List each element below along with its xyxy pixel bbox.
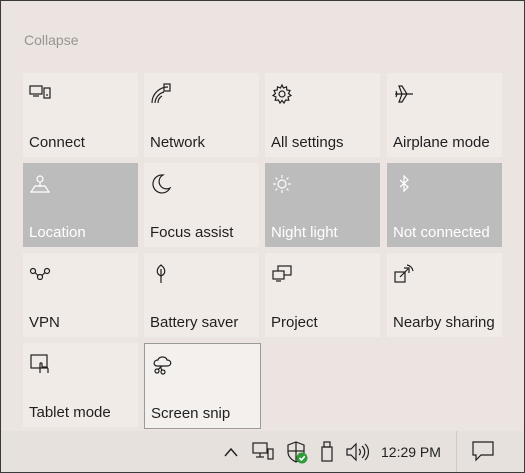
- screen-snip-icon: [151, 354, 173, 376]
- tile-label: Project: [271, 314, 318, 331]
- tile-focus-assist[interactable]: Focus assist: [144, 163, 259, 247]
- tile-label: VPN: [29, 314, 60, 331]
- vpn-icon: [29, 263, 51, 285]
- moon-icon: [150, 173, 172, 195]
- tile-label: Nearby sharing: [393, 314, 495, 331]
- tile-network[interactable]: Network: [144, 73, 259, 157]
- tile-connect[interactable]: Connect: [23, 73, 138, 157]
- tile-night-light[interactable]: Night light: [265, 163, 380, 247]
- tile-project[interactable]: Project: [265, 253, 380, 337]
- airplane-icon: [393, 83, 415, 105]
- battery-saver-icon: [150, 263, 172, 285]
- tile-airplane-mode[interactable]: Airplane mode: [387, 73, 502, 157]
- project-icon: [271, 263, 293, 285]
- defender-shield-icon[interactable]: [285, 441, 309, 464]
- tile-label: Airplane mode: [393, 134, 490, 151]
- tile-nearby-sharing[interactable]: Nearby sharing: [387, 253, 502, 337]
- tile-location[interactable]: Location: [23, 163, 138, 247]
- tile-label: Screen snip: [151, 405, 231, 422]
- location-icon: [29, 173, 51, 195]
- tile-label: Network: [150, 134, 206, 151]
- bluetooth-icon: [393, 173, 415, 195]
- tile-label: Battery saver: [150, 314, 239, 331]
- action-center-window: Collapse Connect Network All settings Ai…: [0, 0, 525, 473]
- tile-all-settings[interactable]: All settings: [265, 73, 380, 157]
- network-icon: [150, 83, 172, 105]
- tile-label: Location: [29, 224, 86, 241]
- gear-icon: [271, 83, 293, 105]
- tablet-mode-icon: [29, 353, 51, 375]
- usb-icon[interactable]: [319, 441, 335, 463]
- tile-screen-snip[interactable]: Screen snip: [144, 343, 261, 429]
- volume-icon[interactable]: [345, 441, 371, 463]
- sun-icon: [271, 173, 293, 195]
- tile-label: Connect: [29, 134, 85, 151]
- taskbar: 12:29 PM: [1, 431, 524, 472]
- tile-label: Tablet mode: [29, 404, 111, 421]
- tile-label: Not connected: [393, 224, 490, 241]
- tile-tablet-mode[interactable]: Tablet mode: [23, 343, 138, 427]
- chevron-up-icon[interactable]: [222, 441, 240, 463]
- collapse-link[interactable]: Collapse: [24, 32, 78, 48]
- connect-icon: [29, 83, 51, 105]
- nearby-sharing-icon: [393, 263, 415, 285]
- notification-icon: [471, 440, 495, 462]
- tile-label: Night light: [271, 224, 338, 241]
- action-center-panel: Collapse Connect Network All settings Ai…: [2, 2, 523, 431]
- tile-battery-saver[interactable]: Battery saver: [144, 253, 259, 337]
- tile-vpn[interactable]: VPN: [23, 253, 138, 337]
- tile-label: Focus assist: [150, 224, 234, 241]
- taskbar-clock[interactable]: 12:29 PM: [381, 444, 441, 460]
- network-pc-icon[interactable]: [251, 441, 275, 463]
- tile-label: All settings: [271, 134, 344, 151]
- tile-bluetooth[interactable]: Not connected: [387, 163, 502, 247]
- notification-center-button[interactable]: [456, 431, 524, 472]
